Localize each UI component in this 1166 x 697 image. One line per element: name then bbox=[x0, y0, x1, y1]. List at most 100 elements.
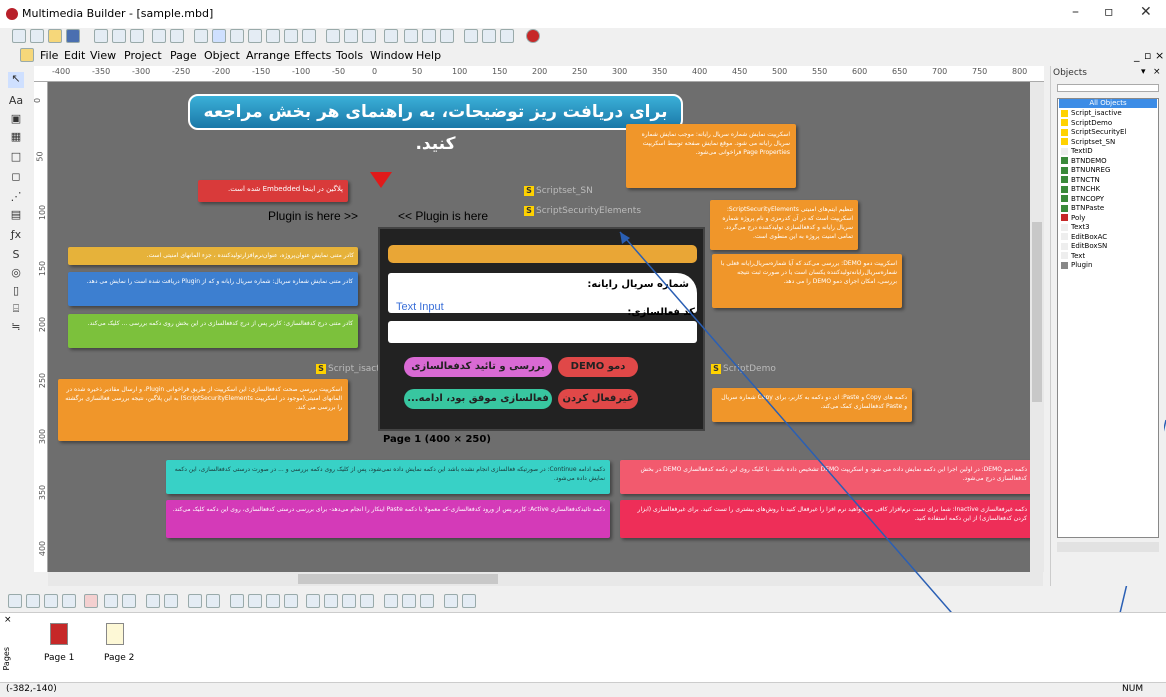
panel-close-icon[interactable]: × bbox=[1153, 67, 1161, 77]
rectangle-tool-icon[interactable]: □ bbox=[8, 150, 24, 166]
guides-icon[interactable] bbox=[462, 594, 476, 608]
menu-file[interactable]: File bbox=[40, 49, 58, 62]
new-doc-icon[interactable] bbox=[30, 29, 44, 43]
snap-icon[interactable] bbox=[444, 594, 458, 608]
note-red-inactive[interactable]: دکمه غیرفعالسازی Inactive: شما برای تست … bbox=[620, 500, 1032, 538]
page-list-icon[interactable] bbox=[26, 594, 40, 608]
chart-icon[interactable] bbox=[362, 29, 376, 43]
object-list-item[interactable]: EditBoxSN bbox=[1061, 242, 1107, 250]
frame-icon[interactable] bbox=[248, 29, 262, 43]
close-button[interactable]: ✕ bbox=[1140, 4, 1152, 20]
plugin-tool-icon[interactable]: ⌸ bbox=[8, 302, 24, 318]
menu-window[interactable]: Window bbox=[370, 49, 413, 62]
menu-help[interactable]: Help bbox=[416, 49, 441, 62]
same-height-icon[interactable] bbox=[284, 594, 298, 608]
page-tool-icon[interactable]: ▯ bbox=[8, 284, 24, 300]
object-list-item[interactable]: BTNCTN bbox=[1061, 176, 1100, 184]
activation-code-field[interactable] bbox=[388, 321, 697, 343]
note-green-left[interactable]: کادر متنی درج کدفعالسازی: کاربر پس از در… bbox=[68, 314, 358, 348]
continue-button[interactable]: فعالسازی موفق بود، ادامه... bbox=[404, 389, 552, 409]
note-orange-left[interactable]: اسکریپت بررسی صحت کدفعالسازی: این اسکریپ… bbox=[58, 379, 348, 441]
serial-text-input[interactable]: Text Input bbox=[396, 301, 444, 313]
panel-pin-icon[interactable]: ▾ bbox=[1141, 67, 1146, 77]
hide-icon[interactable] bbox=[420, 594, 434, 608]
script-sn-object[interactable]: S Scriptset_SN bbox=[524, 186, 593, 196]
page1-thumbnail[interactable] bbox=[50, 623, 68, 645]
object-list-item[interactable]: Scriptset_SN bbox=[1061, 138, 1115, 146]
object-list-item[interactable]: Text3 bbox=[1061, 223, 1090, 231]
check-activation-button[interactable]: بررسی و تائید کدفعالسازی bbox=[404, 357, 552, 377]
mdi-minimize-button[interactable]: _ bbox=[1134, 49, 1140, 62]
menu-view[interactable]: View bbox=[90, 49, 116, 62]
minimize-button[interactable]: – bbox=[1072, 4, 1079, 20]
heart-icon[interactable] bbox=[422, 29, 436, 43]
disable-button[interactable]: غیرفعال کردن bbox=[558, 389, 638, 409]
text-tool-icon[interactable]: Aa bbox=[8, 94, 24, 110]
same-width-icon[interactable] bbox=[266, 594, 280, 608]
mdi-restore-button[interactable]: ▫ bbox=[1144, 49, 1151, 62]
objects-list[interactable]: All Objects Script_isactive ScriptDemo Scr… bbox=[1057, 98, 1159, 538]
page-add-icon[interactable] bbox=[8, 594, 22, 608]
pages-tab-label[interactable]: Pages bbox=[2, 647, 11, 671]
plus-icon[interactable] bbox=[266, 29, 280, 43]
menu-effects[interactable]: Effects bbox=[294, 49, 331, 62]
object-list-item[interactable]: BTNCOPY bbox=[1061, 195, 1104, 203]
menu-project[interactable]: Project bbox=[124, 49, 162, 62]
objects-filter-field[interactable] bbox=[1057, 84, 1159, 92]
vertical-scroll-thumb[interactable] bbox=[1032, 222, 1042, 402]
shape-tool-icon[interactable]: ◻ bbox=[8, 170, 24, 186]
object-list-item[interactable]: Poly bbox=[1061, 214, 1085, 222]
object-list-item[interactable]: Text bbox=[1061, 252, 1085, 260]
paste-icon[interactable] bbox=[130, 29, 144, 43]
page-thumb-icon[interactable] bbox=[44, 594, 58, 608]
canvas-horizontal-scrollbar[interactable] bbox=[48, 572, 1043, 586]
align-top-icon[interactable] bbox=[206, 594, 220, 608]
function-tool-icon[interactable]: ƒx bbox=[8, 228, 24, 244]
move-right-icon[interactable] bbox=[122, 594, 136, 608]
undo-icon[interactable] bbox=[152, 29, 166, 43]
edit-tool-icon[interactable]: ≒ bbox=[8, 320, 24, 336]
distribute-icon[interactable] bbox=[248, 594, 262, 608]
object-list-item[interactable]: BTNUNREG bbox=[1061, 166, 1110, 174]
page2-thumbnail[interactable] bbox=[106, 623, 124, 645]
object-list-item[interactable]: BTNPaste bbox=[1061, 204, 1104, 212]
objects-list-scrollbar[interactable] bbox=[1057, 542, 1159, 552]
object-list-item[interactable]: EditBoxAC bbox=[1061, 233, 1107, 241]
stop-icon[interactable] bbox=[526, 29, 540, 43]
page1-label[interactable]: Page 1 bbox=[44, 653, 74, 663]
red-triangle-marker[interactable] bbox=[370, 172, 392, 188]
note-cyan-continue[interactable]: دکمه ادامه Continue: در صورتیکه فعالسازی… bbox=[166, 460, 610, 494]
tools-icon[interactable] bbox=[194, 29, 208, 43]
align-bottom-icon[interactable] bbox=[230, 594, 244, 608]
menu-object[interactable]: Object bbox=[204, 49, 240, 62]
redo-icon[interactable] bbox=[170, 29, 184, 43]
menu-tools[interactable]: Tools bbox=[336, 49, 363, 62]
note-magenta-active[interactable]: دکمه تائیدکدفعالسازی Active: کاربر پس از… bbox=[166, 500, 610, 538]
canvas-vertical-scrollbar[interactable] bbox=[1030, 82, 1044, 572]
note-orange-demo[interactable]: اسکریپت دمو DEMO: بررسی می‌کند که آیا شم… bbox=[712, 254, 902, 308]
menu-edit[interactable]: Edit bbox=[64, 49, 85, 62]
menu-page[interactable]: Page bbox=[170, 49, 197, 62]
new-file-icon[interactable] bbox=[12, 29, 26, 43]
bitmap-tool-icon[interactable]: ▦ bbox=[8, 130, 24, 146]
horizontal-scroll-thumb[interactable] bbox=[298, 574, 498, 584]
plugin-embedded-note[interactable]: پلاگین در اینجا Embedded شده است. bbox=[198, 180, 348, 202]
object-list-item[interactable]: Plugin bbox=[1061, 261, 1092, 269]
star-icon[interactable] bbox=[440, 29, 454, 43]
menu-arrange[interactable]: Arrange bbox=[246, 49, 290, 62]
script-security-object[interactable]: S ScriptSecurityElements bbox=[524, 206, 641, 216]
design-canvas[interactable]: برای دریافت ریز توضیحات، به راهنمای هر ب… bbox=[48, 82, 1043, 572]
page-icon[interactable] bbox=[482, 29, 496, 43]
object-list-item[interactable]: ScriptDemo bbox=[1061, 119, 1112, 127]
group-icon[interactable] bbox=[306, 594, 320, 608]
list-view-icon[interactable] bbox=[230, 29, 244, 43]
mdi-close-button[interactable]: × bbox=[1155, 49, 1164, 62]
ungroup-icon[interactable] bbox=[324, 594, 338, 608]
pointer-icon[interactable] bbox=[404, 29, 418, 43]
note-yellow-left[interactable]: کادر متنی نمایش عنوان‌پروژه، عنوان‌نرم‌ا… bbox=[68, 247, 358, 265]
page-props-icon[interactable] bbox=[62, 594, 76, 608]
export-icon[interactable] bbox=[500, 29, 514, 43]
unlock-icon[interactable] bbox=[402, 594, 416, 608]
note-red-demo[interactable]: دکمه دمو DEMO: در اولین اجرا این دکمه نم… bbox=[620, 460, 1032, 494]
bring-front-icon[interactable] bbox=[342, 594, 356, 608]
